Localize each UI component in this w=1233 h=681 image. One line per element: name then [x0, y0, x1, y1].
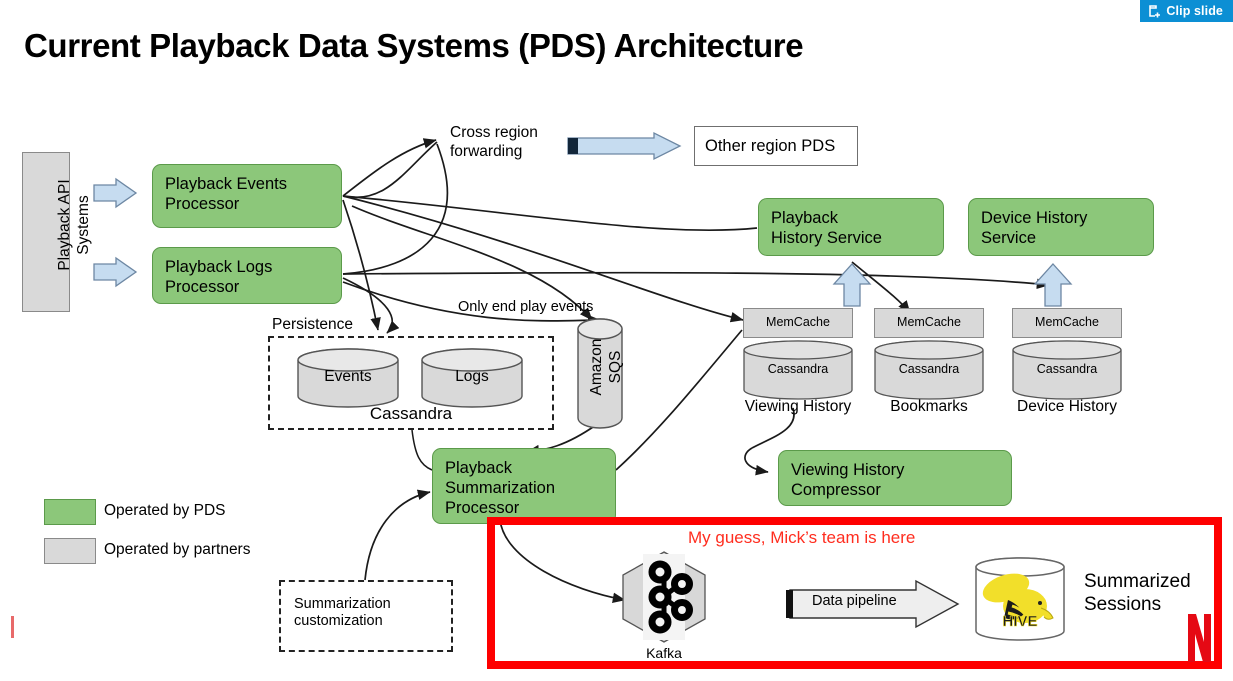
edge-customization-to-summarization: [364, 489, 431, 581]
legend-swatch-partners: [44, 538, 96, 564]
blue-arrow-cross-region: [567, 131, 682, 161]
node-other-region-pds: Other region PDS: [694, 126, 858, 166]
slide-canvas: Clip slide Current Playback Data Systems…: [0, 0, 1233, 681]
clip-slide-icon: [1149, 4, 1161, 18]
store-memcache-0-label: MemCache: [766, 315, 830, 330]
node-viewing-history-compressor-label: Viewing History Compressor: [791, 461, 905, 500]
label-summarized-sessions: Summarized Sessions: [1084, 571, 1191, 616]
hive-icon: HIVE: [975, 557, 1065, 641]
store-cassandra-0-label: Cassandra: [767, 362, 829, 376]
blue-arrow-up-viewing-history: [832, 263, 872, 307]
edge-viewing-to-compressor: [744, 447, 769, 476]
label-persistence: Persistence: [272, 316, 353, 333]
label-events-store: Events: [324, 368, 372, 385]
label-only-end-play-events: Only end play events: [458, 299, 594, 315]
store-memcache-2: MemCache: [1012, 308, 1122, 338]
store-caption-1: Bookmarks: [890, 398, 968, 415]
store-cassandra-2-label: Cassandra: [1036, 362, 1098, 376]
legend-swatch-pds: [44, 499, 96, 525]
label-summarization-customization: Summarization customization: [294, 596, 391, 630]
store-memcache-2-label: MemCache: [1035, 315, 1099, 330]
edge-events-to-persistence: [342, 199, 381, 331]
node-playback-logs-processor: Playback Logs Processor: [152, 247, 342, 304]
blue-arrow-to-logs-processor: [93, 256, 138, 288]
edge-logs-to-device-cache: [342, 271, 1050, 290]
store-memcache-0: MemCache: [743, 308, 853, 338]
svg-text:HIVE: HIVE: [1002, 613, 1037, 630]
store-cassandra-1-label: Cassandra: [898, 362, 960, 376]
edge-cassandra-to-summarization: [411, 429, 433, 471]
netflix-n-logo: [1188, 614, 1211, 662]
label-amazon-sqs: Amazon SQS: [588, 338, 624, 396]
label-kafka: Kafka: [646, 645, 682, 661]
store-caption-2: Device History: [1017, 398, 1117, 415]
label-logs-store: Logs: [455, 368, 489, 385]
node-playback-summarization-processor-label: Playback Summarization Processor: [445, 459, 556, 518]
node-viewing-history-compressor: Viewing History Compressor: [778, 450, 1012, 506]
node-playback-logs-processor-label: Playback Logs Processor: [165, 258, 273, 297]
blue-arrow-up-device-history: [1033, 263, 1073, 307]
label-data-pipeline: Data pipeline: [812, 593, 897, 609]
annotation-note: My guess, Mick’s team is here: [688, 528, 916, 547]
label-cassandra-group: Cassandra: [369, 404, 453, 423]
edge-logs-to-crossregion: [342, 141, 438, 199]
store-caption-0: Viewing History: [744, 398, 852, 415]
edge-events-to-crossregion: [342, 138, 437, 197]
legend-label-partners: Operated by partners: [104, 541, 251, 558]
label-cross-region-forwarding: Cross region forwarding: [450, 124, 538, 160]
node-playback-history-service: Playback History Service: [758, 198, 944, 256]
clip-slide-label: Clip slide: [1166, 4, 1223, 18]
node-playback-summarization-processor: Playback Summarization Processor: [432, 448, 616, 524]
node-playback-events-processor-label: Playback Events Processor: [165, 175, 287, 214]
node-playback-history-service-label: Playback History Service: [771, 209, 882, 248]
node-playback-events-processor: Playback Events Processor: [152, 164, 342, 228]
node-device-history-service: Device History Service: [968, 198, 1154, 256]
kafka-icon: [622, 551, 706, 643]
node-playback-api-systems-label: Playback API Systems: [56, 179, 92, 271]
blue-arrow-to-events-processor: [93, 177, 138, 209]
node-device-history-service-label: Device History Service: [981, 209, 1088, 248]
store-memcache-1-label: MemCache: [897, 315, 961, 330]
store-memcache-1: MemCache: [874, 308, 984, 338]
node-other-region-pds-label: Other region PDS: [705, 136, 836, 155]
legend-label-pds: Operated by PDS: [104, 502, 226, 519]
clip-slide-button[interactable]: Clip slide: [1140, 0, 1233, 22]
